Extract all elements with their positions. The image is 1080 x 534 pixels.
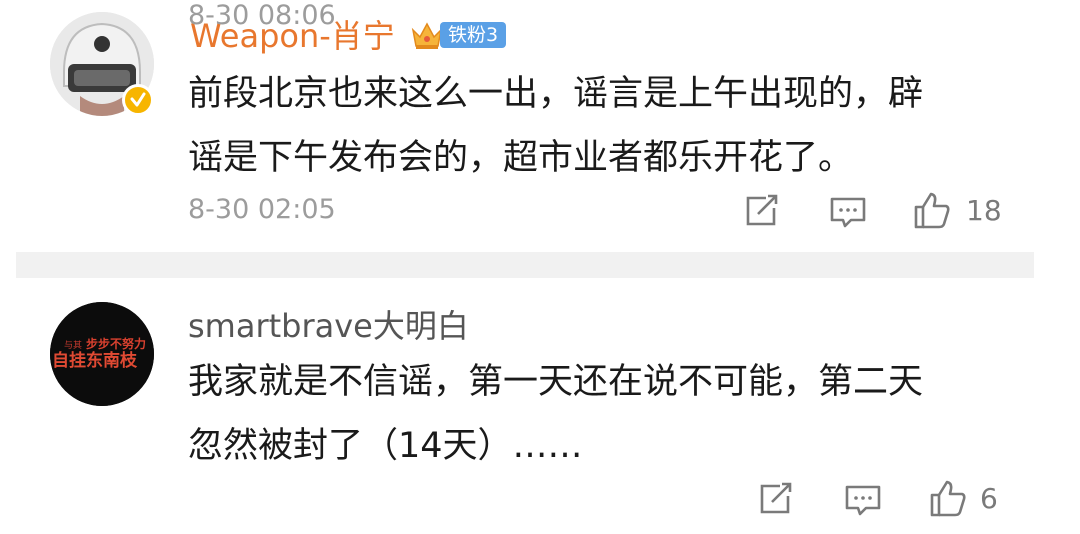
like-count: 6 (980, 482, 998, 515)
avatar-text: 步步不努力 (86, 336, 146, 351)
fan-badge: 铁粉3 (410, 18, 507, 52)
comment-text: 前段北京也来这么一出，谣言是上午出现的，辟 谣是下午发布会的，超市业者都乐开花了… (188, 62, 1028, 190)
timestamp: 8-30 08:06 (188, 0, 336, 31)
crown-icon (410, 18, 444, 52)
avatar[interactable]: 与其 步步不努力 自挂东南枝 (50, 302, 154, 406)
comment-text-line: 谣是下午发布会的，超市业者都乐开花了。 (188, 138, 854, 178)
share-icon[interactable] (758, 482, 794, 516)
comment-item: Weapon-肖宁 铁粉3 前段北京也来这么一出，谣言是上午出现的，辟 谣是下午… (0, 0, 1080, 252)
comment-text-line: 忽然被封了（14天）…… (188, 426, 583, 466)
share-icon[interactable] (744, 194, 780, 228)
comment-text: 我家就是不信谣，第一天还在说不可能，第二天 忽然被封了（14天）…… (188, 350, 1028, 478)
comment-text-line: 我家就是不信谣，第一天还在说不可能，第二天 (188, 362, 924, 402)
comment-text-line: 前段北京也来这么一出，谣言是上午出现的，辟 (188, 74, 924, 114)
like-icon[interactable] (912, 190, 952, 230)
timestamp: 8-30 02:05 (188, 194, 336, 225)
verified-badge-icon (122, 84, 154, 116)
comment-divider (16, 252, 1034, 278)
avatar-text: 自挂东南枝 (52, 350, 138, 371)
like-icon[interactable] (928, 478, 968, 518)
comment-item: 与其 步步不努力 自挂东南枝 smartbrave大明白 我家就是不信谣，第一天… (0, 278, 1080, 534)
fan-level-label: 铁粉3 (440, 22, 507, 48)
avatar-text: 与其 (64, 340, 82, 351)
username[interactable]: smartbrave大明白 (188, 306, 469, 346)
comment-icon[interactable] (844, 484, 882, 518)
like-count: 18 (966, 194, 1002, 227)
comment-icon[interactable] (829, 196, 867, 230)
